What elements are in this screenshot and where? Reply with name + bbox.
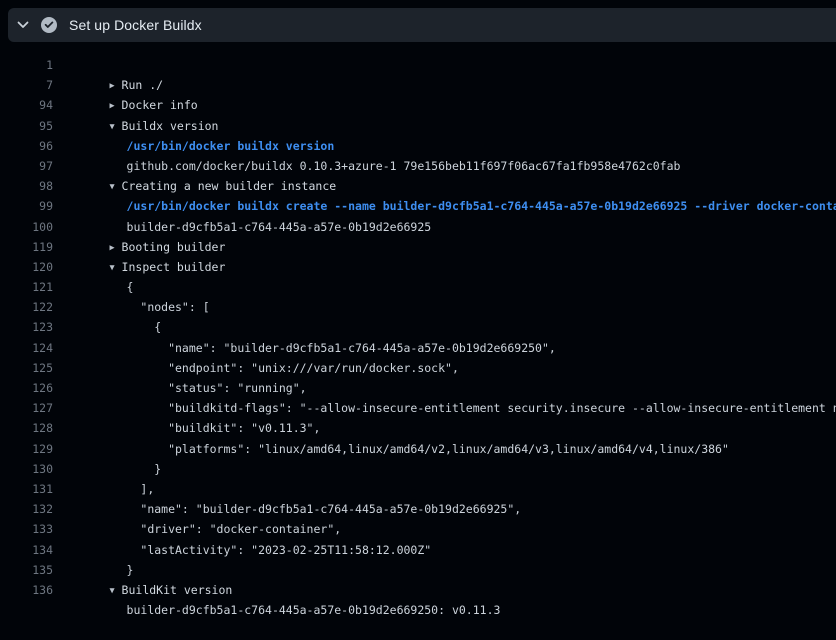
log-text: github.com/docker/buildx 0.10.3+azure-1 … bbox=[68, 136, 680, 156]
log-text: builder-d9cfb5a1-c764-445a-a57e-0b19d2e6… bbox=[68, 196, 431, 216]
log-line: 131 "name": "builder-d9cfb5a1-c764-445a-… bbox=[0, 479, 836, 499]
log-text: "buildkitd-flags": "--allow-insecure-ent… bbox=[68, 378, 836, 398]
log-text: "name": "builder-d9cfb5a1-c764-445a-a57e… bbox=[68, 479, 521, 499]
chevron-down-icon[interactable] bbox=[8, 21, 29, 29]
log-line: 130 ], bbox=[0, 459, 836, 479]
log-line: 1 ▶Run ./ bbox=[0, 55, 836, 75]
line-number[interactable]: 100 bbox=[0, 217, 53, 237]
log-line: 98 /usr/bin/docker buildx create --name … bbox=[0, 176, 836, 196]
log-group-toggle[interactable]: ▶Docker info bbox=[68, 75, 198, 95]
log-text: { bbox=[68, 297, 161, 317]
log-line: 135 ▼BuildKit version bbox=[0, 560, 836, 580]
log-text: "nodes": [ bbox=[68, 277, 210, 297]
line-number[interactable]: 131 bbox=[0, 479, 53, 499]
log-line: 94 ▼Buildx version bbox=[0, 95, 836, 115]
log-text: "buildkit": "v0.11.3", bbox=[68, 398, 320, 418]
log-text-content: "platforms": "linux/amd64,linux/amd64/v2… bbox=[127, 442, 729, 456]
log-line: 122 { bbox=[0, 297, 836, 317]
log-line: 126 "buildkitd-flags": "--allow-insecure… bbox=[0, 378, 836, 398]
log-line: 136 builder-d9cfb5a1-c764-445a-a57e-0b19… bbox=[0, 580, 836, 600]
line-number[interactable]: 122 bbox=[0, 297, 53, 317]
log-text: "endpoint": "unix:///var/run/docker.sock… bbox=[68, 338, 459, 358]
group-title: Inspect builder bbox=[122, 260, 226, 274]
log-line: 124 "endpoint": "unix:///var/run/docker.… bbox=[0, 338, 836, 358]
log-text: "platforms": "linux/amd64,linux/amd64/v2… bbox=[68, 418, 729, 438]
line-number[interactable]: 7 bbox=[0, 75, 53, 95]
log-line: 121 "nodes": [ bbox=[0, 277, 836, 297]
line-number[interactable]: 124 bbox=[0, 338, 53, 358]
log-text: "driver": "docker-container", bbox=[68, 499, 341, 519]
log-line: 123 "name": "builder-d9cfb5a1-c764-445a-… bbox=[0, 317, 836, 337]
line-number[interactable]: 99 bbox=[0, 196, 53, 216]
line-number[interactable]: 94 bbox=[0, 95, 53, 115]
line-number[interactable]: 134 bbox=[0, 540, 53, 560]
log-text: ], bbox=[68, 459, 154, 479]
log-text-content: builder-d9cfb5a1-c764-445a-a57e-0b19d2e6… bbox=[127, 603, 501, 617]
check-circle-icon bbox=[41, 17, 57, 33]
line-number[interactable]: 129 bbox=[0, 439, 53, 459]
log-group-toggle[interactable]: ▼Inspect builder bbox=[68, 237, 225, 257]
log-line: 120 { bbox=[0, 257, 836, 277]
line-number[interactable]: 130 bbox=[0, 459, 53, 479]
line-number[interactable]: 128 bbox=[0, 418, 53, 438]
log-text-content: "lastActivity": "2023-02-25T11:58:12.000… bbox=[127, 543, 432, 557]
log-group-toggle[interactable]: ▼Creating a new builder instance bbox=[68, 156, 336, 176]
line-number[interactable]: 123 bbox=[0, 317, 53, 337]
log-group-toggle[interactable]: ▼BuildKit version bbox=[68, 560, 232, 580]
line-number[interactable]: 126 bbox=[0, 378, 53, 398]
command-text: /usr/bin/docker buildx create --name bui… bbox=[68, 176, 836, 196]
step-header[interactable]: Set up Docker Buildx bbox=[8, 8, 836, 42]
log-text: "name": "builder-d9cfb5a1-c764-445a-a57e… bbox=[68, 317, 556, 337]
line-number[interactable]: 119 bbox=[0, 237, 53, 257]
log-group-toggle[interactable]: ▼Buildx version bbox=[68, 95, 218, 115]
log-group-toggle[interactable]: ▶Run ./ bbox=[68, 55, 163, 75]
line-number[interactable]: 127 bbox=[0, 398, 53, 418]
log-line: 7 ▶Docker info bbox=[0, 75, 836, 95]
step-title: Set up Docker Buildx bbox=[69, 17, 202, 33]
log-text: } bbox=[68, 439, 161, 459]
log-viewer: 1 ▶Run ./ 7 ▶Docker info 94 ▼Buildx vers… bbox=[0, 42, 836, 600]
line-number[interactable]: 132 bbox=[0, 499, 53, 519]
line-number[interactable]: 120 bbox=[0, 257, 53, 277]
log-line: 128 "platforms": "linux/amd64,linux/amd6… bbox=[0, 418, 836, 438]
log-line: 119 ▼Inspect builder bbox=[0, 237, 836, 257]
line-number[interactable]: 135 bbox=[0, 560, 53, 580]
log-text: } bbox=[68, 540, 133, 560]
line-number[interactable]: 96 bbox=[0, 136, 53, 156]
line-number[interactable]: 1 bbox=[0, 55, 53, 75]
log-text: { bbox=[68, 257, 133, 277]
line-number[interactable]: 133 bbox=[0, 519, 53, 539]
log-text: builder-d9cfb5a1-c764-445a-a57e-0b19d2e6… bbox=[68, 580, 500, 600]
line-number[interactable]: 136 bbox=[0, 580, 53, 600]
line-number[interactable]: 121 bbox=[0, 277, 53, 297]
line-number[interactable]: 95 bbox=[0, 116, 53, 136]
line-number[interactable]: 97 bbox=[0, 156, 53, 176]
line-number[interactable]: 98 bbox=[0, 176, 53, 196]
log-line: 133 "lastActivity": "2023-02-25T11:58:12… bbox=[0, 519, 836, 539]
log-line: 95 /usr/bin/docker buildx version bbox=[0, 116, 836, 136]
log-text: "lastActivity": "2023-02-25T11:58:12.000… bbox=[68, 519, 431, 539]
log-group-toggle[interactable]: ▶Booting builder bbox=[68, 217, 225, 237]
log-text: "status": "running", bbox=[68, 358, 307, 378]
command-text: /usr/bin/docker buildx version bbox=[68, 116, 334, 136]
line-number[interactable]: 125 bbox=[0, 358, 53, 378]
log-line: 96 github.com/docker/buildx 0.10.3+azure… bbox=[0, 136, 836, 156]
